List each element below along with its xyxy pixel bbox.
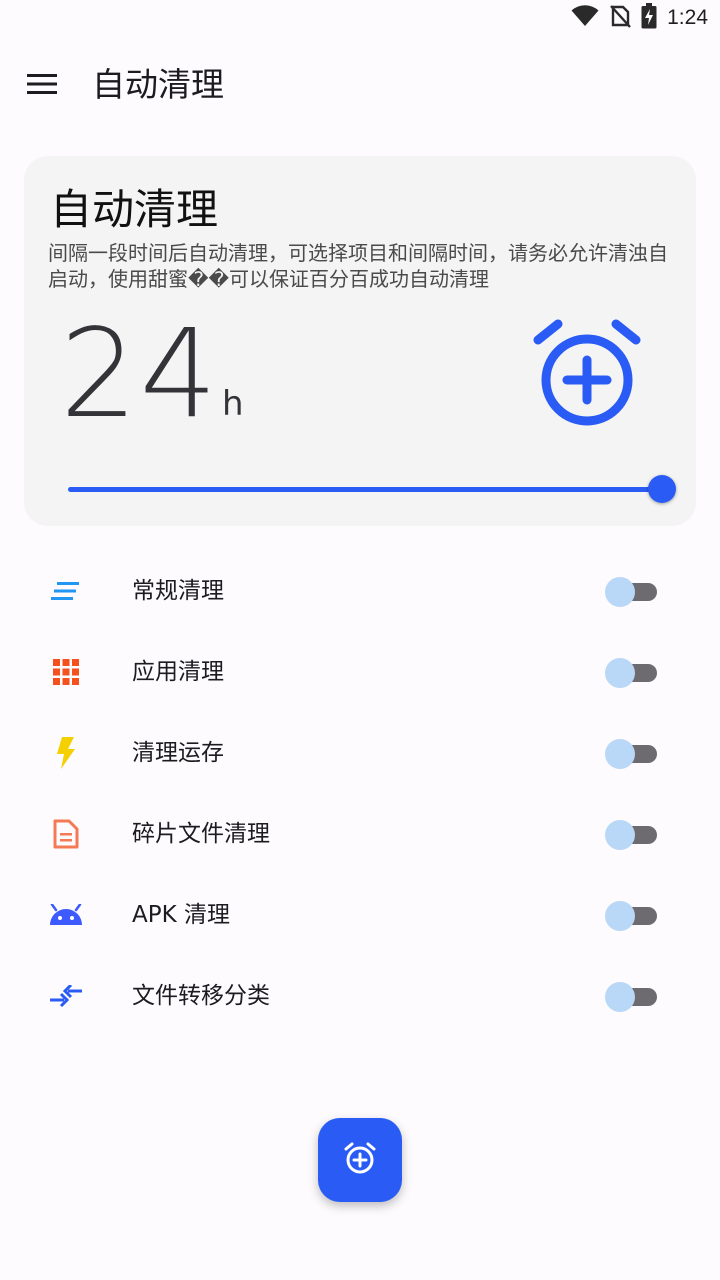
interval-value: 24	[60, 303, 220, 445]
toggle-thumb	[605, 657, 635, 688]
list-item[interactable]: 碎片文件清理	[0, 793, 720, 874]
card-description: 间隔一段时间后自动清理，可选择项目和间隔时间，请务必允许清浊自启动，使用甜蜜��…	[48, 241, 668, 291]
list-item-label: 文件转移分类	[132, 982, 270, 1009]
swap-arrows-icon	[48, 978, 84, 1014]
toggle-switch[interactable]	[605, 897, 657, 933]
android-icon	[48, 897, 84, 933]
list-item[interactable]: 常规清理	[0, 550, 720, 631]
toggle-switch[interactable]	[605, 573, 657, 609]
toggle-switch[interactable]	[605, 735, 657, 771]
toggle-thumb	[605, 819, 635, 850]
interval-slider[interactable]	[68, 472, 676, 508]
toggle-switch[interactable]	[605, 978, 657, 1014]
add-alarm-fab[interactable]	[318, 1118, 402, 1202]
toggle-thumb	[605, 981, 635, 1012]
toggle-switch[interactable]	[605, 816, 657, 852]
card-title: 自动清理	[50, 185, 219, 234]
list-item[interactable]: 文件转移分类	[0, 955, 720, 1036]
alarm-add-icon	[343, 1141, 377, 1179]
status-icons: 1:24	[571, 3, 708, 33]
list-item-label: 常规清理	[132, 577, 224, 604]
wifi-icon	[571, 5, 599, 31]
interval-unit: h	[222, 384, 244, 424]
menu-button[interactable]	[16, 60, 68, 112]
list-item-label: 应用清理	[132, 658, 224, 685]
list-item[interactable]: APK 清理	[0, 874, 720, 955]
document-icon	[48, 816, 84, 852]
list-item[interactable]: 应用清理	[0, 631, 720, 712]
page-title: 自动清理	[92, 65, 224, 104]
app-bar: 自动清理	[0, 48, 720, 124]
list-item-label: APK 清理	[132, 901, 230, 928]
alarm-add-icon[interactable]	[532, 318, 642, 428]
toggle-thumb	[605, 576, 635, 607]
slider-thumb[interactable]	[648, 475, 676, 503]
status-bar: 1:24	[0, 0, 720, 36]
no-sim-icon	[609, 4, 632, 32]
list-item-label: 清理运存	[132, 739, 224, 766]
lightning-bolt-icon	[48, 735, 84, 771]
toggle-thumb	[605, 900, 635, 931]
slider-track	[68, 487, 662, 492]
list-item-label: 碎片文件清理	[132, 820, 270, 847]
toggle-thumb	[605, 738, 635, 769]
sort-lines-icon	[48, 573, 84, 609]
list-item[interactable]: 清理运存	[0, 712, 720, 793]
apps-grid-icon	[48, 654, 84, 690]
clean-options-list: 常规清理应用清理清理运存碎片文件清理 APK 清理文件转移分类	[0, 550, 720, 1036]
toggle-switch[interactable]	[605, 654, 657, 690]
hamburger-menu-icon	[27, 73, 57, 99]
auto-clean-card: 自动清理 间隔一段时间后自动清理，可选择项目和间隔时间，请务必允许清浊自启动，使…	[24, 156, 696, 526]
battery-charging-icon	[641, 3, 657, 33]
status-time: 1:24	[667, 6, 708, 29]
